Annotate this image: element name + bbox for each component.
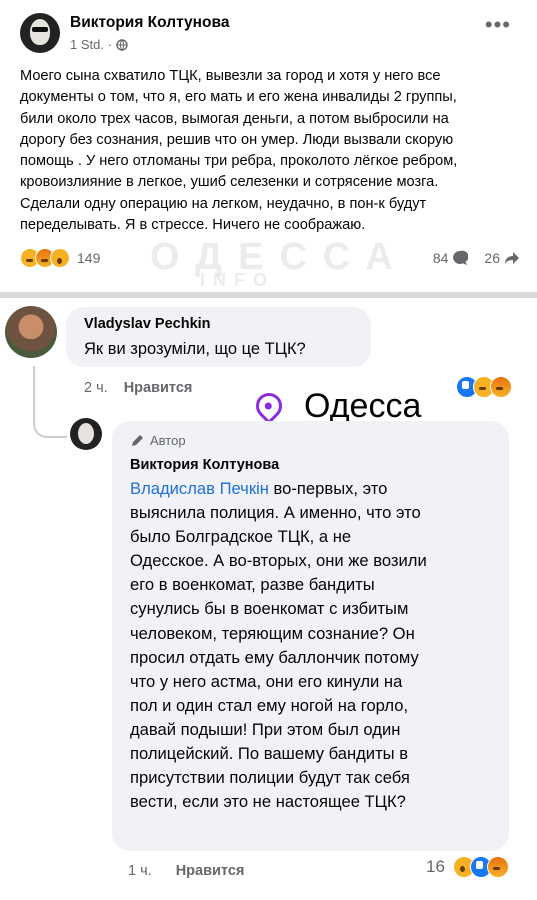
mention-link[interactable]: Владислав Печкін [130,479,269,498]
author-avatar[interactable] [20,13,60,53]
angry-reaction-icon [486,856,509,878]
share-arrow-icon [505,252,519,264]
author-badge-label: Автор [150,433,186,448]
post-time[interactable]: 1 Std. · [70,37,112,52]
comment-time[interactable]: 2 ч. [84,380,108,396]
reply-reactions[interactable]: 16 [426,856,509,878]
reply-actions: 1 ч. Нравится [128,863,244,879]
post-meta: 1 Std. · [70,37,128,52]
comment-author[interactable]: Vladyslav Pechkin [84,316,211,332]
globe-icon [116,38,128,51]
commenter-avatar[interactable] [5,306,57,358]
wow-reaction-icon [50,248,70,268]
reply-time[interactable]: 1 ч. [128,863,152,879]
comments-section: Vladyslav Pechkin Як ви зрозуміли, що це… [0,298,537,900]
reply-author[interactable]: Виктория Колтунова [130,457,279,473]
facebook-post: Виктория Колтунова 1 Std. · ••• Моего сы… [0,0,537,292]
reply-body: во-первых, это выяснила полиция. А именн… [130,479,427,812]
comment-actions: 2 ч. Нравится [84,380,192,396]
comment-bubble-icon [453,250,469,265]
reply-author-avatar[interactable] [70,418,102,450]
pen-icon [132,434,143,446]
comment-bubble: Vladyslav Pechkin Як ви зрозуміли, що це… [66,307,371,367]
like-button[interactable]: Нравится [124,380,193,396]
reactions-bar: 149 84 26 [20,246,520,270]
comment-reactions[interactable] [456,376,512,398]
reaction-count[interactable]: 149 [77,250,100,266]
author-badge: Автор [130,433,186,448]
reply-thread-line [33,366,67,438]
angry-reaction-icon [490,376,512,398]
location-pin-icon [250,387,288,425]
reply-bubble: Автор Виктория Колтунова Владислав Печкі… [112,421,509,851]
watermark-sub: INFO [200,270,275,290]
post-author-name[interactable]: Виктория Колтунова [70,14,229,32]
more-dots-icon[interactable]: ••• [485,12,511,38]
post-text: Моего сына схватило ТЦК, вывезли за горо… [20,68,458,234]
reply-reaction-count: 16 [426,857,445,876]
share-count[interactable]: 26 [484,250,500,266]
reply-text: Владислав Печкін во-первых, это выяснила… [130,477,500,814]
comment-count[interactable]: 84 [433,250,449,266]
reply-like-button[interactable]: Нравится [176,863,245,879]
comment-text: Як ви зрозуміли, що це ТЦК? [84,340,306,358]
